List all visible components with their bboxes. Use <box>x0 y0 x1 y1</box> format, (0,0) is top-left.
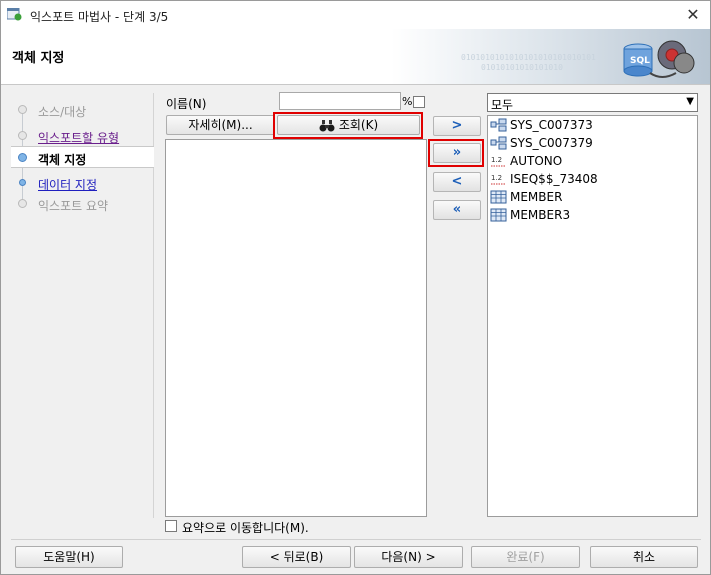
object-name: AUTONO <box>510 154 563 168</box>
step-source-target: 소스/대상 <box>11 99 154 121</box>
step-label: 익스포트 요약 <box>38 199 109 213</box>
export-wizard-dialog: 익스포트 마법사 - 단계 3/5 ✕ 객체 지정 01010101010101… <box>0 0 711 575</box>
name-filter-input[interactable] <box>279 92 401 110</box>
page-title: 객체 지정 <box>12 51 65 66</box>
footer-divider <box>11 539 701 540</box>
back-button[interactable]: < 뒤로(B) <box>242 546 351 568</box>
object-type-value: 모두 <box>491 98 514 112</box>
step-dot-icon <box>18 153 27 162</box>
list-item[interactable]: SYS_C007379 <box>489 134 694 152</box>
step-label[interactable]: 데이터 지정 <box>38 176 97 193</box>
step-export-summary: 익스포트 요약 <box>11 193 154 215</box>
object-type-select[interactable]: 모두 ▼ <box>487 93 698 112</box>
database-export-logo-icon: SQL <box>623 40 695 78</box>
move-all-highlight <box>428 139 484 167</box>
object-name: MEMBER3 <box>510 208 571 222</box>
list-item[interactable]: 1.2 AUTONO <box>489 152 694 170</box>
move-all-left-button[interactable]: « <box>433 200 481 220</box>
step-label: 소스/대상 <box>38 105 87 119</box>
step-specify-data[interactable]: 데이터 지정 <box>11 172 154 194</box>
step-dot-icon <box>18 105 27 114</box>
step-dot-icon <box>18 131 27 140</box>
next-button[interactable]: 다음(N) > <box>354 546 463 568</box>
list-item[interactable]: MEMBER3 <box>489 206 694 224</box>
step-dot-icon <box>18 199 27 208</box>
finish-button[interactable]: 완료(F) <box>471 546 580 568</box>
selected-objects-list[interactable]: SYS_C007373 SYS_C007379 1.2 AUTONO 1.2 I <box>487 115 698 517</box>
constraint-icon <box>490 136 507 150</box>
details-button[interactable]: 자세히(M)... <box>166 115 275 135</box>
table-icon <box>490 208 507 222</box>
binary-decoration-2: 01010101010101010 <box>481 63 563 72</box>
app-icon <box>7 8 22 21</box>
step-dot-icon <box>19 179 26 186</box>
go-to-summary-checkbox[interactable] <box>165 520 177 532</box>
go-to-summary-label[interactable]: 요약으로 이동합니다(M). <box>182 519 309 536</box>
svg-text:1.2: 1.2 <box>491 174 502 182</box>
sequence-icon: 1.2 <box>491 156 506 167</box>
step-label: 객체 지정 <box>38 153 87 167</box>
cancel-button[interactable]: 취소 <box>590 546 698 568</box>
window-title: 익스포트 마법사 - 단계 3/5 <box>30 10 169 24</box>
constraint-icon <box>490 118 507 132</box>
available-objects-list[interactable] <box>165 139 427 517</box>
svg-text:1.2: 1.2 <box>491 156 502 164</box>
step-export-type[interactable]: 익스포트할 유형 <box>11 125 154 147</box>
title-bar: 익스포트 마법사 - 단계 3/5 ✕ <box>1 1 710 29</box>
step-label[interactable]: 익스포트할 유형 <box>38 129 119 146</box>
wildcard-checkbox[interactable] <box>413 96 425 108</box>
wildcard-label: % <box>402 95 413 108</box>
list-item[interactable]: MEMBER <box>489 188 694 206</box>
step-specify-objects: 객체 지정 <box>11 146 154 168</box>
list-item[interactable]: 1.2 ISEQ$$_73408 <box>489 170 694 188</box>
name-filter-label: 이름(N) <box>166 97 207 111</box>
move-left-button[interactable]: < <box>433 172 481 192</box>
header-banner: 객체 지정 0101010101010101010101010101 01010… <box>1 29 710 85</box>
svg-text:SQL: SQL <box>630 56 650 66</box>
binary-decoration: 0101010101010101010101010101 <box>461 53 596 62</box>
object-name: SYS_C007373 <box>510 118 593 132</box>
chevron-down-icon: ▼ <box>686 96 694 107</box>
wizard-steps-panel: 소스/대상 익스포트할 유형 객체 지정 데이터 지정 익스포트 요약 <box>11 93 154 518</box>
move-right-button[interactable]: > <box>433 116 481 136</box>
help-button[interactable]: 도움말(H) <box>15 546 123 568</box>
sequence-icon: 1.2 <box>491 174 506 185</box>
search-button-highlight <box>273 112 423 139</box>
close-icon[interactable]: ✕ <box>682 4 704 26</box>
list-item[interactable]: SYS_C007373 <box>489 116 694 134</box>
object-name: MEMBER <box>510 190 563 204</box>
object-name: ISEQ$$_73408 <box>510 172 598 186</box>
table-icon <box>490 190 507 204</box>
object-name: SYS_C007379 <box>510 136 593 150</box>
